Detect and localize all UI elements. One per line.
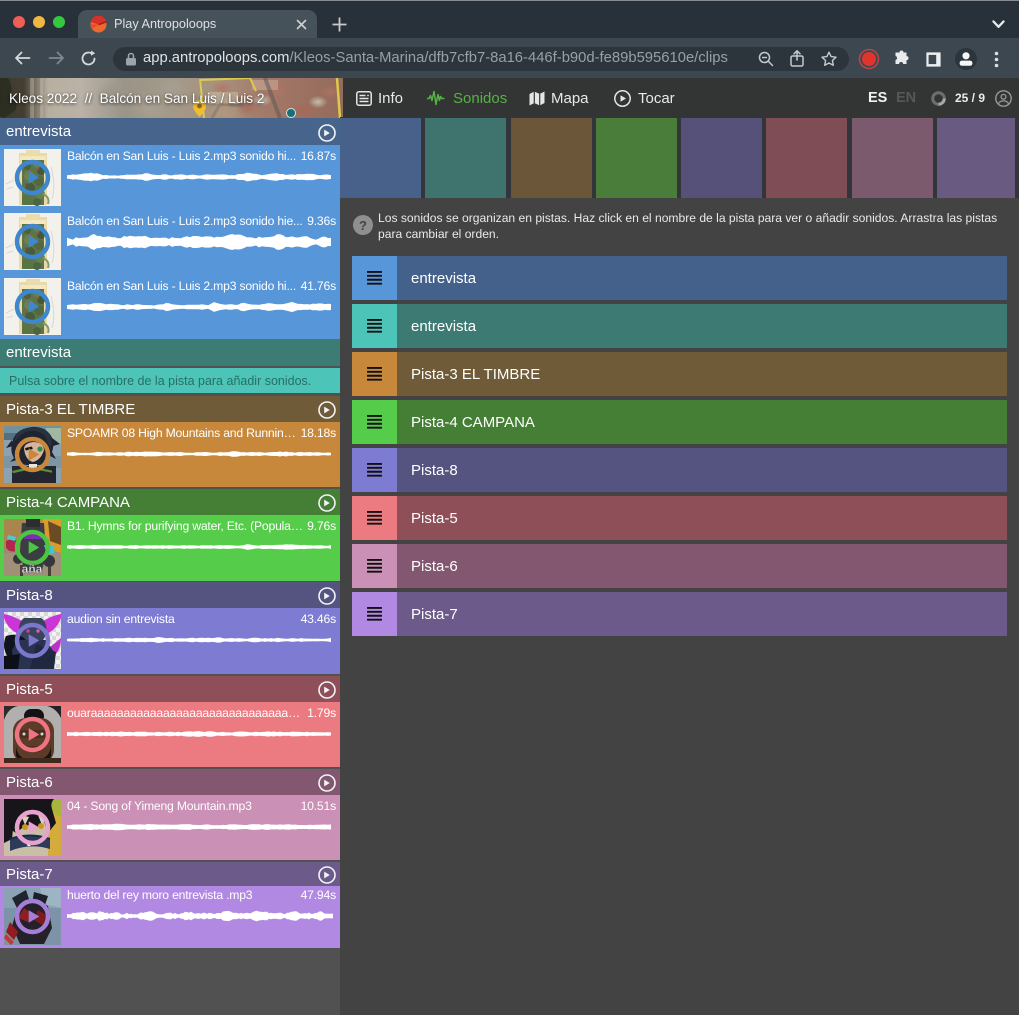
svg-text:aña: aña xyxy=(22,562,43,576)
